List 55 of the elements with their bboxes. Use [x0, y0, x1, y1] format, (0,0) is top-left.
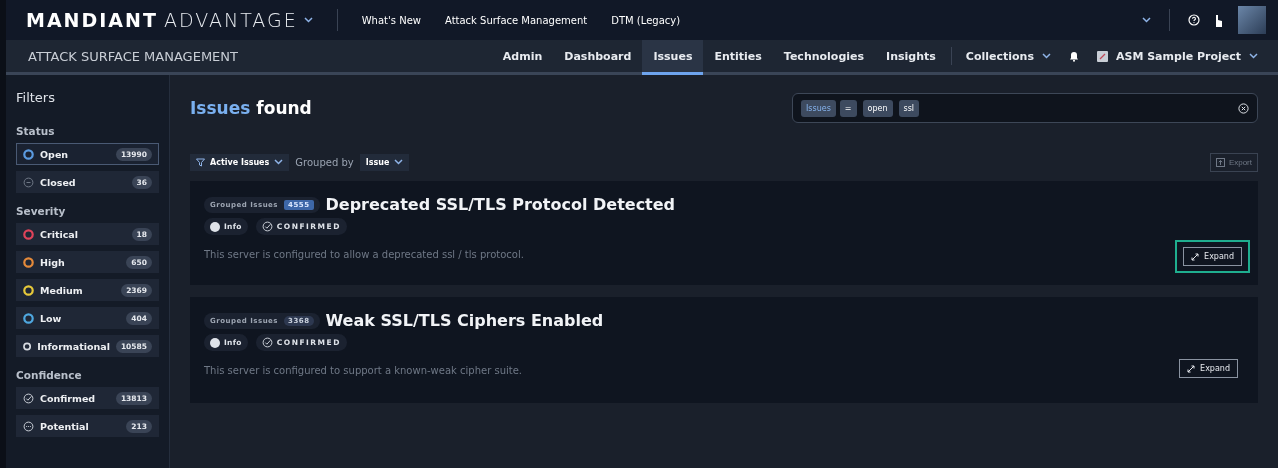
project-menu[interactable]: ASM Sample Project: [1087, 40, 1268, 72]
expand-button[interactable]: Expand: [1179, 359, 1238, 378]
dots-circle-icon: [23, 420, 34, 432]
export-icon: [1215, 157, 1225, 167]
issue-title[interactable]: Weak SSL/TLS Ciphers Enabled: [325, 311, 604, 330]
nav-tab[interactable]: Technologies: [772, 40, 876, 75]
brand-logo-text: MANDIANT: [26, 9, 158, 31]
issue-description: This server is configured to allow a deprecated ssl / tls protocol.: [204, 249, 524, 260]
top-nav-link[interactable]: What's New: [361, 14, 421, 26]
project-icon: [1097, 50, 1108, 62]
view-dropdown[interactable]: Active Issues: [190, 153, 290, 171]
chevron-down-icon: [1142, 17, 1151, 23]
filter-section-title: Severity: [16, 205, 66, 217]
user-figure-icon[interactable]: [1214, 13, 1224, 27]
page-title: Issues: [190, 98, 251, 118]
search-field[interactable]: Issues = open ssl: [792, 93, 1258, 123]
search-token: open: [862, 99, 893, 117]
group-dropdown[interactable]: Issue: [359, 153, 410, 171]
chevron-down-icon: [1042, 53, 1051, 59]
filter-section-title: Status: [16, 125, 55, 137]
check-circle-icon: [261, 221, 273, 232]
nav-tab[interactable]: Admin: [491, 40, 554, 75]
filters-title: Filters: [16, 90, 55, 105]
collections-menu[interactable]: Collections: [955, 40, 1061, 72]
search-token: ssl: [898, 99, 920, 117]
filter-icon: [196, 157, 205, 167]
clear-icon[interactable]: [1238, 102, 1249, 114]
nav-tab[interactable]: Dashboard: [553, 40, 643, 75]
minus-circle-icon: [23, 176, 34, 188]
issue-title[interactable]: Deprecated SSL/TLS Protocol Detected: [325, 195, 676, 214]
chevron-down-icon: [394, 159, 404, 165]
expand-icon: [1187, 364, 1196, 373]
top-nav-link[interactable]: DTM (Legacy): [611, 14, 681, 26]
nav-tab[interactable]: Entities: [703, 40, 773, 75]
search-token: Issues: [801, 99, 836, 117]
issue-description: This server is configured to support a known-weak cipher suite.: [204, 365, 522, 376]
check-circle-icon: [261, 337, 273, 348]
export-button[interactable]: Export: [1209, 152, 1258, 172]
app-title: ATTACK SURFACE MANAGEMENT: [28, 48, 238, 64]
grouped-by-label: Grouped by: [295, 156, 354, 168]
expand-icon: [1191, 252, 1200, 261]
nav-tab[interactable]: Insights: [875, 40, 947, 75]
search-token: =: [839, 99, 857, 117]
page-title: found: [256, 98, 312, 118]
help-icon[interactable]: [1188, 14, 1200, 26]
top-nav-link[interactable]: Attack Surface Management: [444, 14, 588, 26]
chevron-down-icon: [1249, 53, 1258, 59]
chevron-down-icon: [274, 159, 284, 165]
caret-icon: [303, 17, 313, 23]
check-circle-icon: [23, 392, 34, 404]
expand-button[interactable]: Expand: [1183, 247, 1242, 266]
filter-section-title: Confidence: [16, 369, 82, 381]
bell-icon[interactable]: [1069, 50, 1079, 62]
nav-tab[interactable]: Issues: [642, 40, 704, 75]
brand-logo-text: ADVANTAGE: [163, 9, 298, 31]
